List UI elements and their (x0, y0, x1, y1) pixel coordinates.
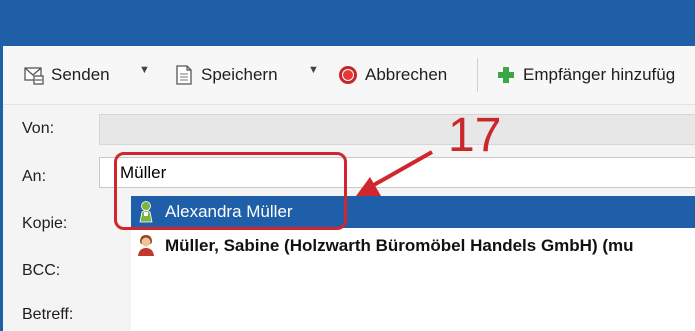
save-button[interactable]: Speichern (173, 63, 278, 87)
send-button[interactable]: Senden (23, 63, 110, 87)
send-mail-icon (23, 64, 45, 86)
add-recipient-button[interactable]: Empfänger hinzufüg (495, 63, 675, 87)
send-dropdown-arrow-icon[interactable]: ▼ (139, 64, 150, 76)
window-titlebar (0, 0, 695, 46)
suggestion-name: Müller, Sabine (Holzwarth Büromöbel Hand… (165, 236, 634, 255)
suggestion-item[interactable]: Müller, Sabine (Holzwarth Büromöbel Hand… (131, 230, 695, 262)
stop-icon (337, 64, 359, 86)
toolbar: Senden ▼ Speichern ▼ Abbrechen Empfänger… (3, 46, 695, 105)
cancel-button-label: Abbrechen (365, 65, 448, 84)
to-label: An: (22, 168, 47, 185)
bcc-label: BCC: (22, 262, 61, 279)
callout-highlight-box (114, 152, 347, 230)
from-field (99, 114, 695, 145)
contact-person-icon (135, 234, 157, 258)
send-button-label: Senden (51, 65, 110, 84)
plus-icon (495, 64, 517, 86)
subject-label: Betreff: (22, 306, 74, 323)
document-icon (173, 64, 195, 86)
save-dropdown-arrow-icon[interactable]: ▼ (308, 64, 319, 76)
cancel-button[interactable]: Abbrechen (337, 63, 447, 87)
save-button-label: Speichern (201, 65, 278, 84)
toolbar-divider (477, 58, 478, 92)
cc-label: Kopie: (22, 215, 68, 232)
from-label: Von: (22, 120, 55, 137)
add-recipient-label: Empfänger hinzufüg (523, 65, 676, 84)
callout-number: 17 (448, 109, 502, 162)
